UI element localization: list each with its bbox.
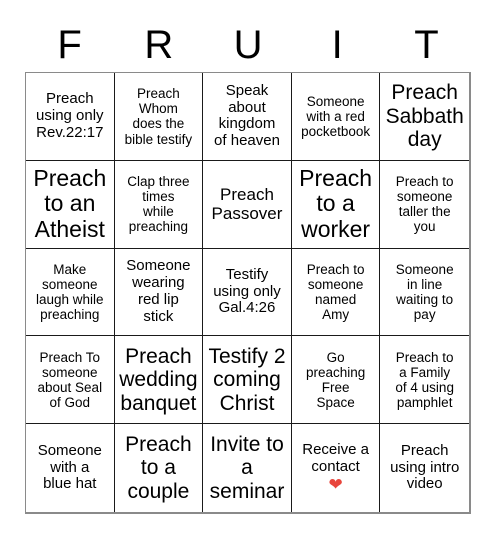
header-letter-2: U [233,23,263,67]
bingo-cell[interactable]: Receive a contact ❤ [292,424,381,512]
bingo-cell-label: Testify using only Gal.4:26 [213,265,281,317]
bingo-cell[interactable]: Preach to an Atheist [26,160,115,249]
bingo-cell-label: Preach Whom does the bible testify [124,86,193,147]
bingo-cell[interactable]: Invite to a seminar [203,424,292,512]
bingo-cell[interactable]: Preach Passover [203,160,292,249]
bingo-cell[interactable]: Preach to someone named Amy [291,248,381,337]
bingo-cell[interactable]: Testify 2 coming Christ [203,336,292,425]
bingo-cell-label: Preach To someone about Seal of God [37,349,103,410]
bingo-cell-label: Someone with a blue hat [37,441,102,493]
bingo-cell-label: Preach to a Family of 4 using pamphlet [395,349,454,410]
bingo-cell-label: Clap three times while preaching [127,173,190,235]
bingo-cell-label: Someone in line waiting to pay [395,261,454,323]
header-letter-3: I [331,23,343,67]
bingo-cell[interactable]: Someone with a blue hat [26,424,115,512]
bingo-cell-label: Preach to someone taller the you [395,173,454,235]
bingo-cell[interactable]: Preach Sabbath day [380,73,469,161]
bingo-cell-label: Someone wearing red lip stick [126,257,191,325]
bingo-cell[interactable]: Preach Whom does the bible testify [114,73,204,161]
bingo-cell-label: Preach to a couple [125,432,192,503]
bingo-cell[interactable]: Someone in line waiting to pay [380,249,469,337]
bingo-cell[interactable]: Preach to a Family of 4 using pamphlet [380,336,469,425]
bingo-cell-label: Speak about kingdom of heaven [214,81,280,150]
bingo-cell[interactable]: Clap three times while preaching [114,160,204,249]
bingo-cell[interactable]: Make someone laugh while preaching [26,248,115,337]
bingo-cell-label: Preach wedding banquet [119,344,198,415]
bingo-cell-label: Receive a contact ❤ [293,441,379,494]
bingo-cell[interactable]: Preach using intro video [380,424,469,512]
bingo-cell-label: Go preaching Free Space [305,349,366,410]
bingo-cell-label: Preach Passover [211,185,283,224]
bingo-cell[interactable]: Someone wearing red lip stick [114,248,204,337]
header-letter-1: R [144,23,174,67]
bingo-cell[interactable]: Preach To someone about Seal of God [26,336,115,425]
bingo-cell-label: Preach using only Rev.22:17 [36,90,104,141]
bingo-cell-label: Make someone laugh while preaching [36,261,104,323]
bingo-card: F R U I T Preach using only Rev.22:17 Pre… [0,0,500,544]
bingo-cell[interactable]: Testify using only Gal.4:26 [203,248,292,337]
heart-icon: ❤ [328,474,343,494]
bingo-cell-label: Preach to an Atheist [33,164,107,243]
bingo-cell-free-space[interactable]: Go preaching Free Space [291,336,381,425]
bingo-cell[interactable]: Preach to a couple [115,424,204,512]
header-letter-4: T [414,23,439,67]
bingo-header: F R U I T [25,18,471,72]
bingo-cell-label: Preach using intro video [390,441,460,493]
bingo-cell-label: Invite to a seminar [209,432,285,503]
bingo-cell-label: Preach to someone named Amy [306,261,365,323]
bingo-grid: Preach using only Rev.22:17 Preach Whom d… [25,72,471,514]
bingo-cell-label: Testify 2 coming Christ [208,344,286,415]
bingo-cell[interactable]: Preach wedding banquet [114,336,204,425]
bingo-cell-label: Someone with a red pocketbook [301,93,371,139]
bingo-cell[interactable]: Preach using only Rev.22:17 [26,73,115,161]
bingo-cell[interactable]: Preach to someone taller the you [380,161,469,249]
bingo-cell[interactable]: Someone with a red pocketbook [291,73,381,161]
bingo-cell-label: Preach to a worker [299,164,373,243]
bingo-cell-label: Preach Sabbath day [385,81,464,152]
bingo-cell[interactable]: Preach to a worker [291,160,381,249]
header-letter-0: F [57,23,82,67]
bingo-cell[interactable]: Speak about kingdom of heaven [203,73,292,161]
